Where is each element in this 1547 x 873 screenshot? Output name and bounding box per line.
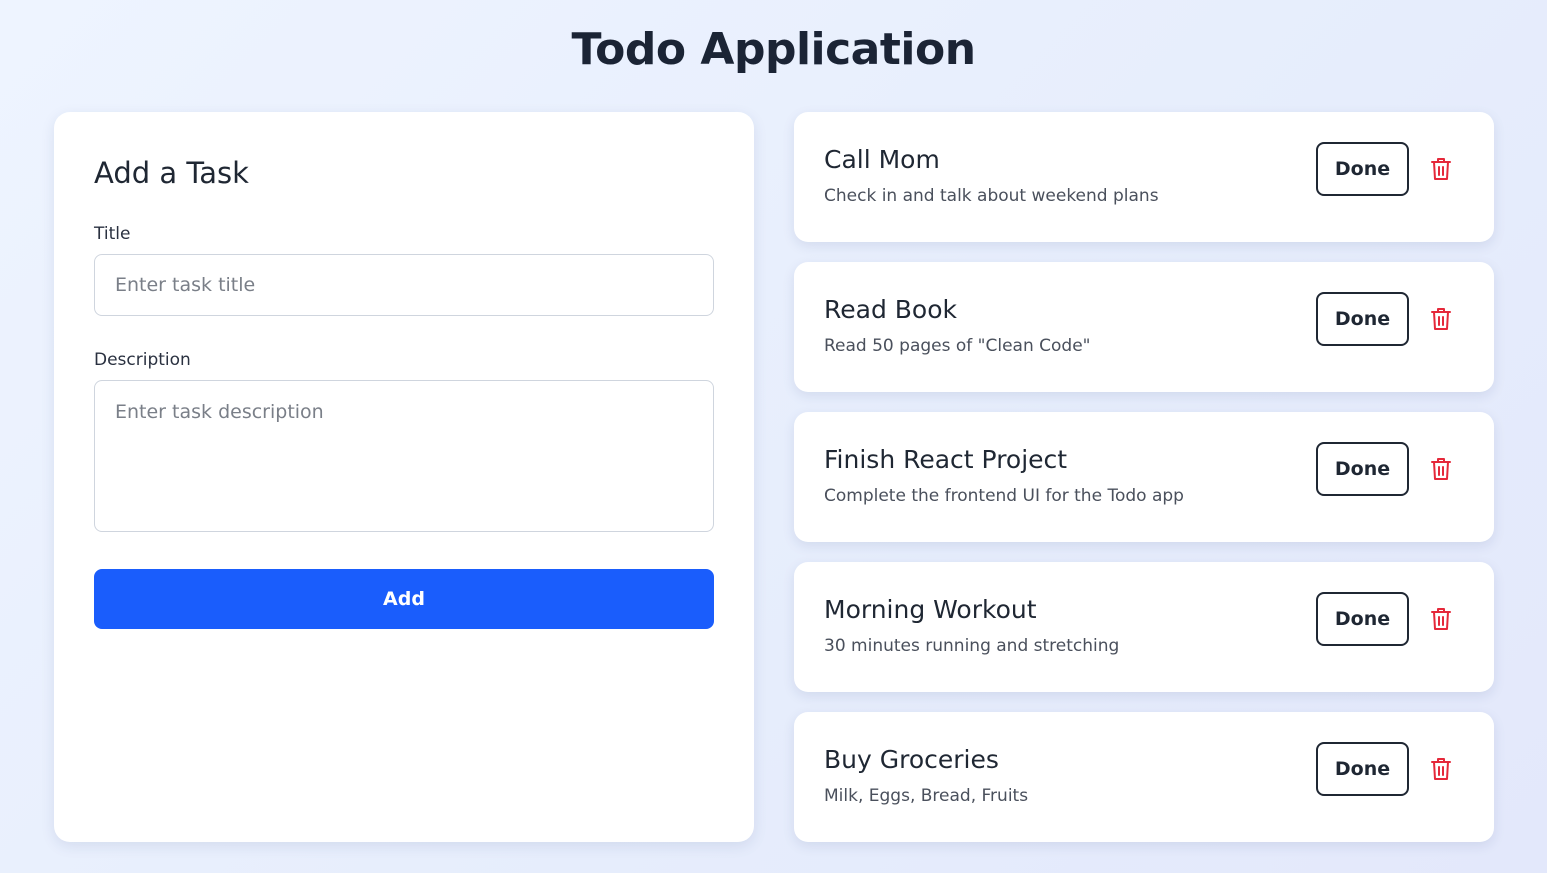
- task-card: Morning Workout 30 minutes running and s…: [794, 562, 1494, 692]
- task-list: Call Mom Check in and talk about weekend…: [794, 112, 1494, 862]
- done-button[interactable]: Done: [1316, 292, 1409, 346]
- page-title: Todo Application: [571, 24, 976, 75]
- description-input[interactable]: [94, 380, 714, 532]
- done-button[interactable]: Done: [1316, 742, 1409, 796]
- delete-button[interactable]: [1426, 306, 1456, 334]
- delete-button[interactable]: [1426, 606, 1456, 634]
- task-card: Buy Groceries Milk, Eggs, Bread, Fruits …: [794, 712, 1494, 842]
- add-task-card: Add a Task Title Description Add: [54, 112, 754, 842]
- trash-icon: [1431, 757, 1451, 784]
- description-label: Description: [94, 350, 191, 370]
- delete-button[interactable]: [1426, 456, 1456, 484]
- done-button[interactable]: Done: [1316, 442, 1409, 496]
- form-heading: Add a Task: [94, 156, 249, 190]
- trash-icon: [1431, 157, 1451, 184]
- task-card: Call Mom Check in and talk about weekend…: [794, 112, 1494, 242]
- task-card: Finish React Project Complete the fronte…: [794, 412, 1494, 542]
- trash-icon: [1431, 307, 1451, 334]
- delete-button[interactable]: [1426, 756, 1456, 784]
- title-input[interactable]: [94, 254, 714, 316]
- title-label: Title: [94, 224, 131, 244]
- trash-icon: [1431, 457, 1451, 484]
- done-button[interactable]: Done: [1316, 142, 1409, 196]
- add-button[interactable]: Add: [94, 569, 714, 629]
- trash-icon: [1431, 607, 1451, 634]
- delete-button[interactable]: [1426, 156, 1456, 184]
- task-card: Read Book Read 50 pages of "Clean Code" …: [794, 262, 1494, 392]
- done-button[interactable]: Done: [1316, 592, 1409, 646]
